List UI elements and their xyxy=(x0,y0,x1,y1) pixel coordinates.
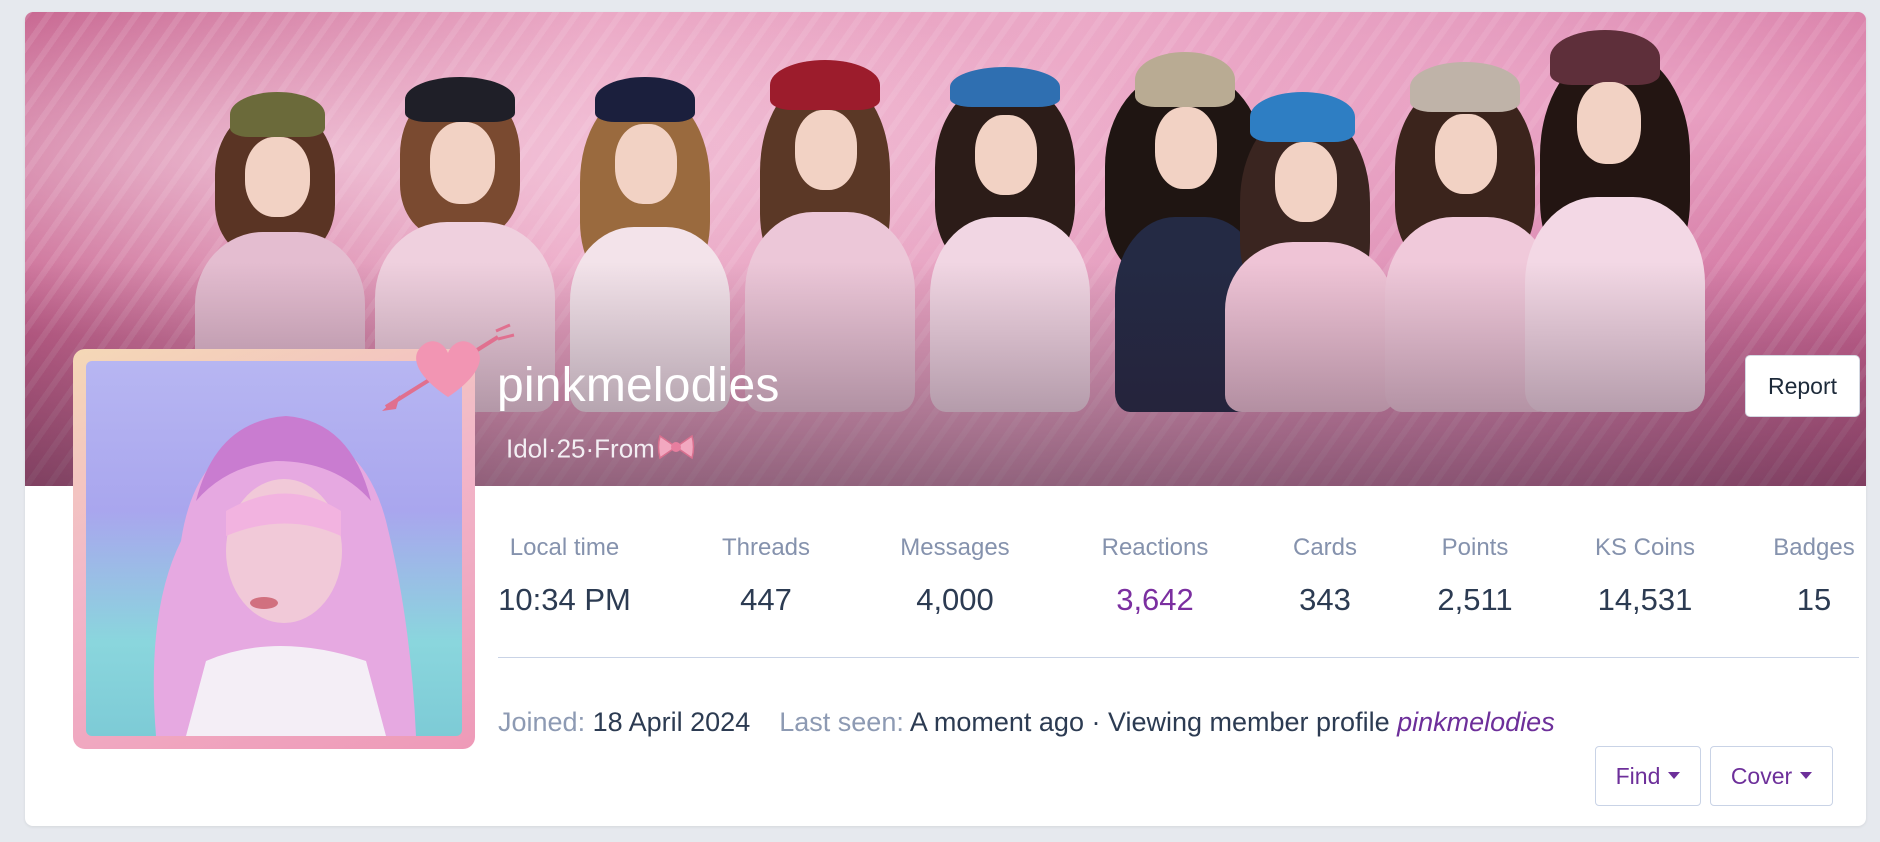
tagline-text: Idol·25·From xyxy=(506,433,655,464)
stat-threads[interactable]: Threads 447 xyxy=(711,534,821,618)
heart-arrow-icon xyxy=(378,317,518,432)
cover-label: Cover xyxy=(1730,763,1793,789)
last-seen-value: A moment ago · Viewing member profile xyxy=(909,707,1390,737)
last-seen-profile-link[interactable]: pinkmelodies xyxy=(1397,707,1555,737)
caret-down-icon xyxy=(1800,772,1813,780)
stat-value: 10:34 PM xyxy=(498,582,631,617)
profile-meta: Joined: 18 April 2024 Last seen: A momen… xyxy=(498,707,1555,738)
cover-dropdown-button[interactable]: Cover xyxy=(1710,746,1833,806)
find-label: Find xyxy=(1615,763,1661,789)
avatar-frame xyxy=(73,323,515,749)
report-button[interactable]: Report xyxy=(1745,355,1860,417)
stat-label: Cards xyxy=(1292,534,1358,561)
last-seen-label: Last seen: xyxy=(779,707,904,737)
profile-stats: Local time 10:34 PM Threads 447 Messages… xyxy=(497,534,1859,624)
stat-points[interactable]: Points 2,511 xyxy=(1425,534,1525,618)
stats-divider xyxy=(498,657,1859,658)
stat-label: Local time xyxy=(509,534,620,561)
stat-badges[interactable]: Badges 15 xyxy=(1769,534,1859,618)
profile-tagline: Idol·25·From xyxy=(506,432,695,469)
stat-local-time: Local time 10:34 PM xyxy=(497,534,632,618)
stat-cards[interactable]: Cards 343 xyxy=(1275,534,1375,618)
stat-value[interactable]: 4,000 xyxy=(885,582,1025,618)
profile-username: pinkmelodies xyxy=(497,359,780,412)
stat-label: Points xyxy=(1441,534,1509,561)
stat-value[interactable]: 3,642 xyxy=(1085,582,1225,618)
stat-reactions[interactable]: Reactions 3,642 xyxy=(1085,534,1225,618)
stat-label: Messages xyxy=(900,534,1010,561)
stat-label: Reactions xyxy=(1101,534,1209,561)
profile-card: pinkmelodies Idol·25·From Report Local t… xyxy=(25,12,1866,826)
stat-messages[interactable]: Messages 4,000 xyxy=(885,534,1025,618)
stat-value[interactable]: 343 xyxy=(1275,582,1375,618)
stat-label: KS Coins xyxy=(1594,534,1696,561)
stat-label: Badges xyxy=(1773,534,1855,561)
stat-ks-coins[interactable]: KS Coins 14,531 xyxy=(1580,534,1710,618)
caret-down-icon xyxy=(1668,772,1681,780)
ribbon-bow-icon xyxy=(657,432,695,469)
stat-value[interactable]: 14,531 xyxy=(1580,582,1710,618)
joined-label: Joined: xyxy=(498,707,586,737)
stat-value[interactable]: 447 xyxy=(711,582,821,618)
joined-value: 18 April 2024 xyxy=(592,707,751,737)
stat-value[interactable]: 15 xyxy=(1769,582,1859,618)
stat-label: Threads xyxy=(721,534,811,561)
find-dropdown-button[interactable]: Find xyxy=(1595,746,1701,806)
stat-value[interactable]: 2,511 xyxy=(1425,582,1525,618)
